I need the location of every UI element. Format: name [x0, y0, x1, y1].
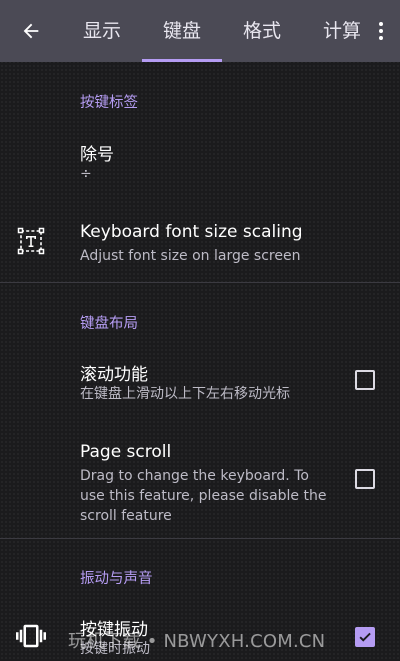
more-vertical-icon: [379, 22, 383, 26]
arrow-left-icon: [23, 23, 39, 39]
watermark: 玩机下载 • NBWYXH.COM.CN: [68, 631, 326, 652]
check-icon: [359, 632, 371, 642]
selected-tab-indicator: [142, 59, 222, 62]
pref-summary: ÷: [80, 166, 92, 182]
section-header-key-labels: 按键标签: [80, 95, 138, 111]
pref-summary: 在键盘上滑动以上下左右移动光标: [80, 386, 290, 402]
tab-calculation[interactable]: 计算: [302, 0, 360, 62]
pref-summary: Drag to change the keyboard. To use this…: [80, 468, 327, 524]
page-scroll-checkbox[interactable]: [355, 469, 375, 489]
pref-page-scroll[interactable]: Page scroll Drag to change the keyboard.…: [0, 430, 400, 526]
key-vibration-checkbox[interactable]: [355, 627, 375, 647]
scroll-function-checkbox[interactable]: [355, 370, 375, 390]
top-app-bar: 显示 键盘 格式 计算: [0, 0, 400, 62]
pref-title: 除号: [80, 145, 114, 165]
text-fields-icon: [16, 226, 46, 256]
pref-summary: Adjust font size on large screen: [80, 248, 301, 264]
pref-division-sign[interactable]: 除号 ÷: [0, 128, 400, 190]
pref-scroll-function[interactable]: 滚动功能 在键盘上滑动以上下左右移动光标: [0, 348, 400, 414]
section-header-vibration-sound: 振动与声音: [80, 571, 153, 587]
tab-keyboard[interactable]: 键盘: [142, 0, 222, 62]
more-vertical-icon-dot: [379, 29, 383, 33]
more-options-button[interactable]: [374, 17, 388, 45]
pref-title: 滚动功能: [80, 365, 148, 385]
tab-format[interactable]: 格式: [222, 0, 302, 62]
pref-title: Page scroll: [80, 442, 172, 462]
section-header-keyboard-layout: 键盘布局: [80, 316, 138, 332]
vibration-icon: [16, 621, 46, 651]
more-vertical-icon-dot: [379, 36, 383, 40]
pref-title: Keyboard font size scaling: [80, 222, 303, 242]
section-divider: [0, 282, 400, 283]
section-divider: [0, 538, 400, 539]
tab-display[interactable]: 显示: [62, 0, 142, 62]
pref-keyboard-font-scaling[interactable]: Keyboard font size scaling Adjust font s…: [0, 210, 400, 272]
back-button[interactable]: [14, 14, 48, 48]
tab-bar: 显示 键盘 格式 计算: [62, 0, 360, 62]
